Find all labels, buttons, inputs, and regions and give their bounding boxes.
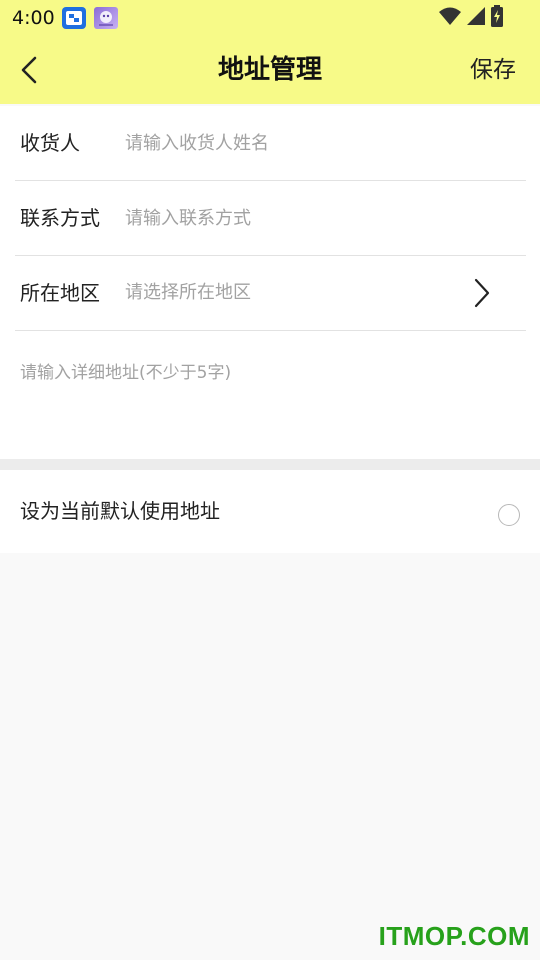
region-label: 所在地区	[20, 281, 100, 305]
battery-charging-icon	[490, 5, 504, 31]
default-address-label: 设为当前默认使用地址	[20, 499, 220, 523]
section-divider	[0, 459, 540, 470]
chevron-right-icon[interactable]	[466, 278, 496, 308]
watermark: ITMOP.COM	[378, 921, 530, 951]
region-select[interactable]: 请选择所在地区	[125, 256, 251, 330]
cell-signal-icon	[466, 6, 486, 30]
status-time: 4:00	[12, 7, 55, 29]
default-address-row[interactable]: 设为当前默认使用地址	[0, 470, 540, 553]
save-button[interactable]: 保存	[470, 36, 516, 104]
status-bar: 4:00	[0, 0, 540, 36]
app-notification-icon-2	[94, 7, 118, 29]
region-row[interactable]: 所在地区 请选择所在地区	[15, 256, 526, 331]
status-icons	[438, 5, 504, 31]
recipient-name-input[interactable]	[125, 124, 465, 162]
contact-row: 联系方式	[15, 181, 526, 256]
recipient-label: 收货人	[20, 131, 80, 155]
app-header: 地址管理 保存	[0, 36, 540, 104]
app-notification-icon	[62, 7, 86, 29]
default-address-radio[interactable]	[498, 504, 520, 526]
address-form: 收货人 联系方式 所在地区 请选择所在地区	[0, 106, 540, 459]
contact-input[interactable]	[125, 199, 465, 237]
recipient-row: 收货人	[15, 106, 526, 181]
page-title: 地址管理	[217, 55, 322, 85]
detail-address-input[interactable]	[20, 358, 520, 448]
wifi-icon	[438, 6, 462, 30]
contact-label: 联系方式	[20, 206, 100, 230]
